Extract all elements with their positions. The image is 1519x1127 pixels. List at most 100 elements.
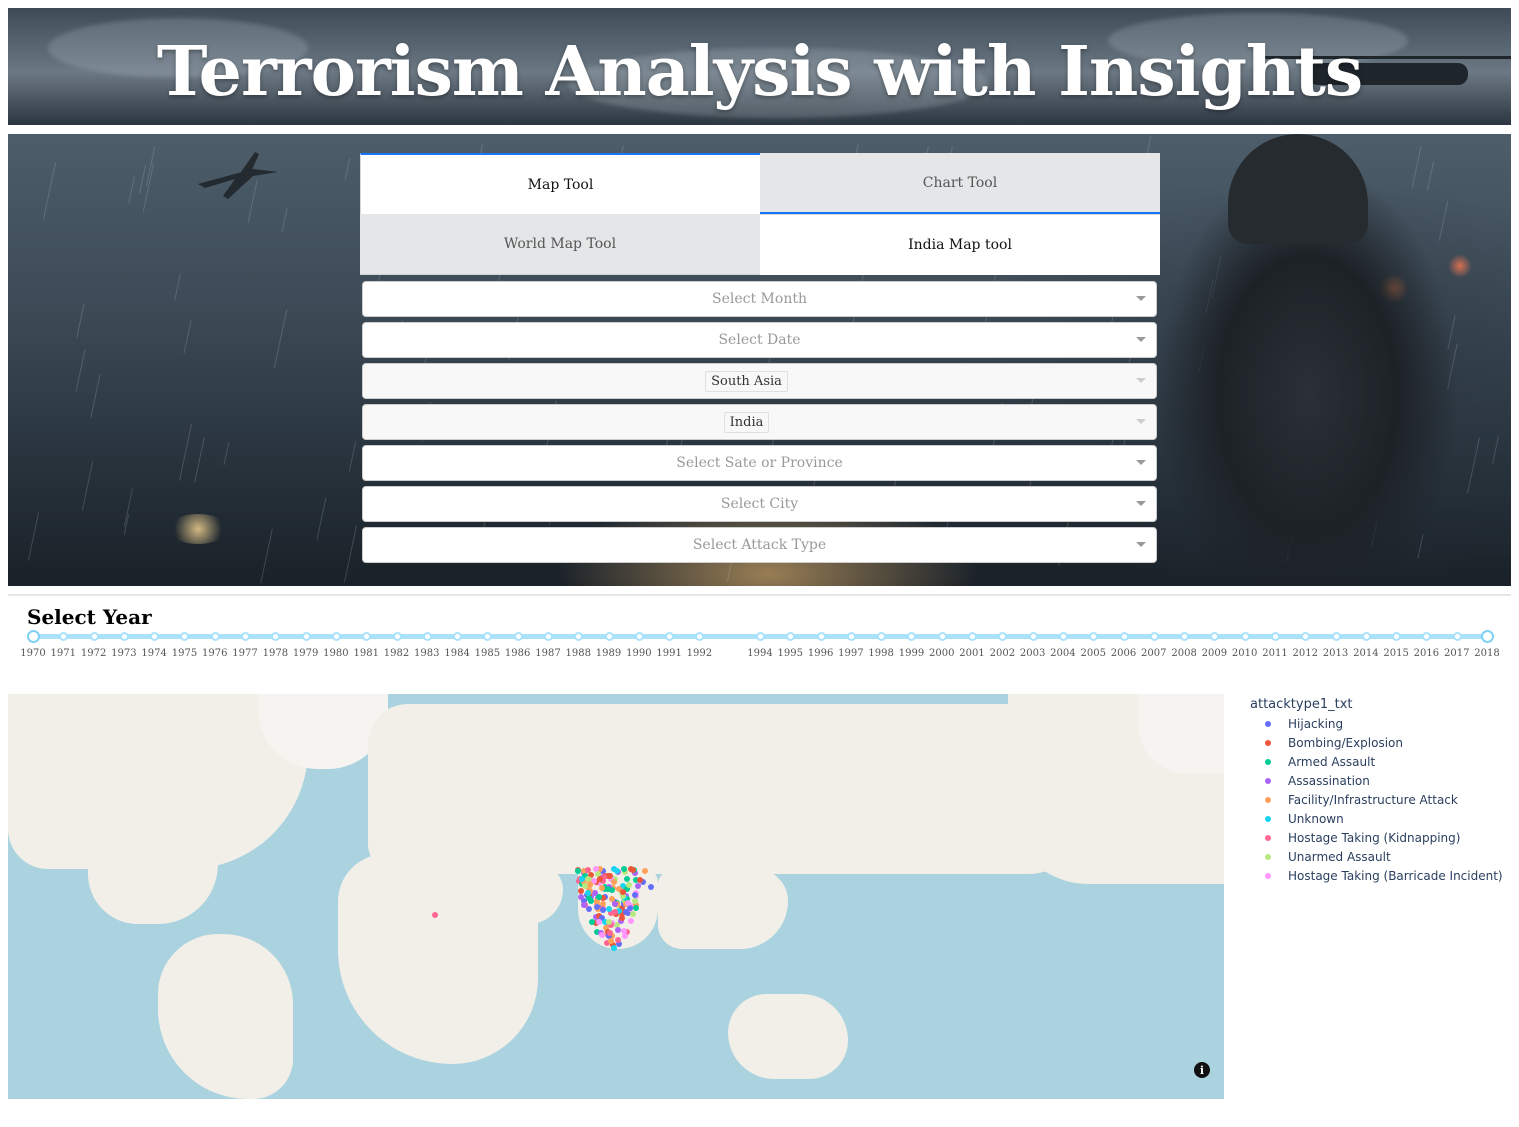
year-slider-dot[interactable] (180, 632, 190, 641)
attack-point[interactable] (606, 918, 613, 925)
year-slider-dot[interactable] (846, 632, 856, 641)
attack-point[interactable] (613, 868, 620, 875)
year-slider-dot[interactable] (574, 632, 584, 641)
attack-point[interactable] (605, 885, 612, 892)
chevron-down-icon[interactable] (1136, 501, 1146, 506)
year-slider-dot[interactable] (877, 632, 887, 641)
chevron-down-icon[interactable] (1136, 296, 1146, 301)
attack-point[interactable] (631, 891, 638, 898)
legend-item[interactable]: Assassination (1265, 772, 1370, 790)
year-slider-dot[interactable] (453, 632, 463, 641)
year-slider-dot[interactable] (422, 632, 432, 641)
year-slider-dot[interactable] (362, 632, 372, 641)
attack-point[interactable] (575, 867, 582, 874)
legend-item[interactable]: Unknown (1265, 810, 1344, 828)
year-slider-dot[interactable] (483, 632, 493, 641)
attack-point[interactable] (585, 889, 592, 896)
year-slider-dot[interactable] (1089, 632, 1099, 641)
year-slider-dot[interactable] (331, 632, 341, 641)
attack-type-dropdown[interactable]: Select Attack Type (362, 527, 1157, 563)
tab-label: World Map Tool (503, 236, 617, 252)
attack-point[interactable] (588, 918, 595, 925)
year-slider-dot[interactable] (1270, 632, 1280, 641)
year-slider-dot[interactable] (392, 632, 402, 641)
year-slider-dot[interactable] (634, 632, 644, 641)
year-slider-dot[interactable] (1180, 632, 1190, 641)
year-slider-label: 1999 (898, 648, 925, 659)
year-slider-dot[interactable] (816, 632, 826, 641)
attack-point[interactable] (611, 901, 618, 908)
info-icon[interactable]: i (1194, 1062, 1210, 1078)
state-dropdown[interactable]: Select Sate or Province (362, 445, 1157, 481)
year-slider-dot[interactable] (241, 632, 251, 641)
year-slider-dot[interactable] (1301, 632, 1311, 641)
attack-point[interactable] (631, 897, 638, 904)
year-slider-dot[interactable] (604, 632, 614, 641)
land-arabia (488, 864, 563, 924)
year-slider-dot[interactable] (1422, 632, 1432, 641)
legend-item[interactable]: Armed Assault (1265, 753, 1375, 771)
attack-point[interactable] (626, 881, 633, 888)
year-slider-dot[interactable] (210, 632, 220, 641)
year-slider-handle[interactable] (1481, 630, 1494, 643)
attack-point[interactable] (611, 908, 618, 915)
year-slider-dot[interactable] (756, 632, 765, 641)
year-slider-dot[interactable] (1149, 632, 1159, 641)
year-slider-dot[interactable] (543, 632, 553, 641)
chevron-down-icon[interactable] (1136, 337, 1146, 342)
attack-point[interactable] (432, 912, 438, 918)
attack-point[interactable] (611, 878, 618, 885)
year-slider-dot[interactable] (695, 632, 705, 641)
year-slider-label: 1983 (414, 648, 440, 659)
legend-item[interactable]: Unarmed Assault (1265, 848, 1391, 866)
rain-streak (348, 440, 356, 472)
soldier-helmet (1228, 134, 1368, 244)
attack-point[interactable] (623, 875, 630, 882)
attack-point[interactable] (578, 888, 584, 894)
year-slider-handle[interactable] (27, 630, 40, 643)
city-dropdown[interactable]: Select City (362, 486, 1157, 522)
tab-chart-tool[interactable]: Chart Tool (760, 153, 1160, 214)
year-slider-dot[interactable] (1058, 632, 1068, 641)
year-slider-dot[interactable] (968, 632, 978, 641)
year-slider-dot[interactable] (119, 632, 129, 641)
year-slider-dot[interactable] (665, 632, 675, 641)
year-slider-dot[interactable] (1028, 632, 1038, 641)
legend-item[interactable]: Hostage Taking (Kidnapping) (1265, 829, 1460, 847)
year-slider-dot[interactable] (1452, 632, 1462, 641)
year-slider-dot[interactable] (786, 632, 796, 641)
rain-streak (178, 423, 193, 481)
attack-point[interactable] (634, 882, 641, 889)
year-slider-dot[interactable] (998, 632, 1008, 641)
year-slider-dot[interactable] (937, 632, 947, 641)
attack-point[interactable] (619, 889, 626, 896)
tab-map-tool[interactable]: Map Tool (360, 153, 760, 214)
attack-point[interactable] (648, 884, 654, 890)
year-slider-dot[interactable] (150, 632, 160, 641)
year-slider-dot[interactable] (271, 632, 281, 641)
attack-point[interactable] (630, 910, 637, 917)
year-slider-dot[interactable] (1119, 632, 1129, 641)
year-slider-dot[interactable] (1240, 632, 1250, 641)
year-slider-dot[interactable] (301, 632, 311, 641)
year-slider-dot[interactable] (1361, 632, 1371, 641)
legend-item[interactable]: Hijacking (1265, 715, 1343, 733)
legend-item[interactable]: Facility/Infrastructure Attack (1265, 791, 1458, 809)
year-slider-dot[interactable] (1210, 632, 1220, 641)
india-attack-map[interactable]: i (8, 694, 1224, 1099)
tab-world-map-tool[interactable]: World Map Tool (360, 214, 760, 275)
chevron-down-icon[interactable] (1136, 542, 1146, 547)
year-slider-dot[interactable] (89, 632, 99, 641)
year-slider-dot[interactable] (513, 632, 523, 641)
year-slider-dot[interactable] (1331, 632, 1341, 641)
year-slider-dot[interactable] (59, 632, 69, 641)
year-slider-dot[interactable] (907, 632, 917, 641)
month-dropdown[interactable]: Select Month (362, 281, 1157, 317)
chevron-down-icon[interactable] (1136, 460, 1146, 465)
year-slider-dot[interactable] (1392, 632, 1402, 641)
legend-item[interactable]: Bombing/Explosion (1265, 734, 1403, 752)
legend-item[interactable]: Hostage Taking (Barricade Incident) (1265, 867, 1503, 885)
attack-point[interactable] (627, 866, 634, 873)
date-dropdown[interactable]: Select Date (362, 322, 1157, 358)
tab-india-map-tool[interactable]: India Map tool (760, 214, 1160, 275)
